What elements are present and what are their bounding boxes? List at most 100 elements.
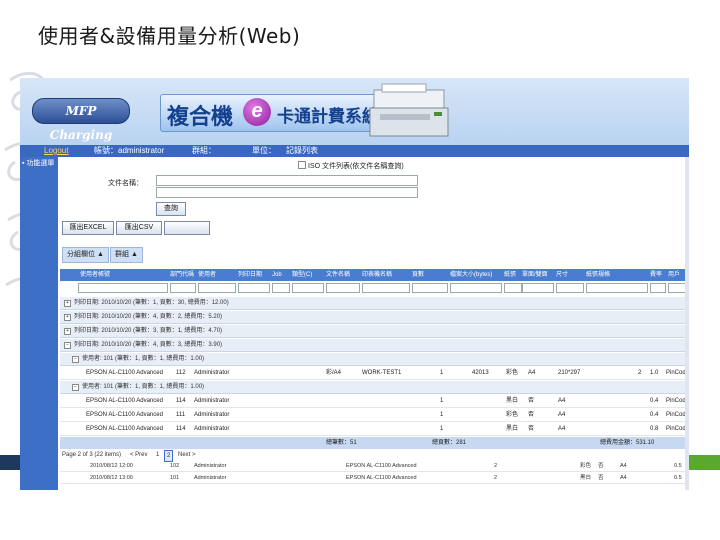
col-header[interactable]: 頁數 <box>412 269 424 281</box>
cell-mode: A4 <box>528 370 536 376</box>
col-header[interactable]: 單面/雙面 <box>522 269 548 281</box>
unit-info: 單位： <box>252 146 276 155</box>
col-header[interactable]: 費率 <box>650 269 662 281</box>
col-header[interactable]: 印表機名稱 <box>362 269 392 281</box>
filter-input[interactable] <box>668 283 686 293</box>
collapse-icon[interactable]: − <box>72 356 79 363</box>
summary-count: 總筆數：51 <box>326 440 357 446</box>
group-row[interactable]: − 列印日期: 2010/10/20 (筆數：4, 頁數：3, 總費用：3.90) <box>60 339 687 352</box>
cell-pages: 1 <box>440 426 444 432</box>
filter-input[interactable] <box>586 283 648 293</box>
expand-icon[interactable]: + <box>64 328 71 335</box>
group-row[interactable]: − 使用者: 101 (筆數：1, 頁數：1, 總費用：1.00) <box>60 353 687 366</box>
filter-input[interactable] <box>556 283 584 293</box>
filter-input[interactable] <box>78 283 168 293</box>
filter-input[interactable] <box>412 283 448 293</box>
col-header[interactable]: 紙張規格 <box>586 269 610 281</box>
query-button[interactable]: 查詢 <box>156 202 186 216</box>
group-row[interactable]: − 使用者: 101 (筆數：1, 頁數：1, 總費用：1.00) <box>60 381 687 394</box>
cell-pages: 1 <box>440 412 444 418</box>
cell-date: 2010/08/12 13:00 <box>90 475 133 481</box>
group-tag-1[interactable]: 分組欄位 ▲ <box>62 247 109 263</box>
brand-e-icon: e <box>243 98 271 126</box>
cell-printer: EPSON AL-C1100 Advanced <box>346 475 417 481</box>
filter-input[interactable] <box>272 283 290 293</box>
export-csv-button[interactable]: 匯出CSV <box>116 221 162 235</box>
brand-block: 複合機 e 卡通計費系統 <box>160 94 402 132</box>
cell-code: 101 <box>170 475 180 481</box>
cell-dim: 210*297 <box>558 370 581 376</box>
doc-name-label: 文件名稱： <box>108 180 143 187</box>
cell-code: 114 <box>176 398 186 404</box>
filter-input[interactable] <box>504 283 522 293</box>
cell-paper: 黑白 <box>580 475 592 481</box>
col-header[interactable]: 部門代碼 <box>170 269 194 281</box>
export-excel-button[interactable]: 匯出EXCEL <box>62 221 114 235</box>
table-row[interactable]: EPSON AL-C1100 Advanced 114 Administrato… <box>60 395 689 408</box>
cell-paper: 黑白 <box>506 398 519 404</box>
filter-input[interactable] <box>650 283 666 293</box>
col-header[interactable]: 文件名稱 <box>326 269 350 281</box>
col-header[interactable]: 檔案大小(bytes) <box>450 269 492 281</box>
filter-input[interactable] <box>326 283 360 293</box>
cell-fee: 0.4 <box>650 412 659 418</box>
cell-dim: A4 <box>558 426 566 432</box>
cell-paper: 彩色 <box>506 412 519 418</box>
expand-icon[interactable]: + <box>64 314 71 321</box>
filter-input[interactable] <box>238 283 270 293</box>
lower-row[interactable]: 2010/08/12 13:00 101 Administrator EPSON… <box>60 473 687 484</box>
filter-input[interactable] <box>292 283 324 293</box>
filter-input[interactable] <box>450 283 502 293</box>
cell-mode: 否 <box>598 463 604 469</box>
col-header[interactable]: 類型(C) <box>292 269 312 281</box>
logout-link[interactable]: Logout <box>44 145 68 157</box>
collapse-icon[interactable]: − <box>72 384 79 391</box>
col-header[interactable]: 使用者帳號 <box>80 269 110 281</box>
cell-printer: EPSON AL-C1100 Advanced <box>86 412 163 418</box>
filter-input[interactable] <box>170 283 196 293</box>
lower-row[interactable]: 2010/08/12 12:00 102 Administrator EPSON… <box>60 461 687 472</box>
group-row-text: 列印日期: 2010/10/20 (筆數：4, 頁數：3, 總費用：3.90) <box>74 342 223 348</box>
table-header: 使用者帳號 部門代碼 使用者 列印日期 Job 類型(C) 文件名稱 印表機名稱… <box>60 269 687 290</box>
collapse-icon[interactable]: − <box>64 342 71 349</box>
col-header[interactable]: 尺寸 <box>556 269 568 281</box>
col-header[interactable]: 使用者 <box>198 269 216 281</box>
table-row[interactable]: EPSON AL-C1100 Advanced 114 Administrato… <box>60 423 689 436</box>
info-bar: Logout 帳號：administrator 群組： 單位： 記錄列表 <box>20 145 689 157</box>
group-row-text: 列印日期: 2010/10/20 (筆數：3, 頁數：1, 總費用：4.70) <box>74 328 223 334</box>
pager-prev[interactable]: < Prev <box>130 450 148 460</box>
group-tag-2[interactable]: 群組 ▲ <box>110 247 143 263</box>
cell-sheets: 2 <box>638 370 642 376</box>
cell-fee: 0.5 <box>674 463 682 469</box>
accent-bar-right <box>688 455 720 470</box>
iso-label: ISO 文件列表(依文件名稱查詢) <box>308 163 404 170</box>
doc-name-input[interactable] <box>156 175 418 186</box>
col-header[interactable]: 列印日期 <box>238 269 262 281</box>
col-header[interactable]: 紙張 <box>504 269 516 281</box>
group-row[interactable]: + 列印日期: 2010/10/20 (筆數：4, 頁數：2, 總費用：5.20) <box>60 311 687 324</box>
filter-row <box>60 283 687 294</box>
group-row[interactable]: + 列印日期: 2010/10/20 (筆數：1, 頁數：30, 總費用：12.0… <box>60 297 687 310</box>
cell-paper: 彩色 <box>580 463 592 469</box>
table-row[interactable]: EPSON AL-C1100 Advanced 111 Administrato… <box>60 409 689 422</box>
expand-icon[interactable]: + <box>64 300 71 307</box>
iso-checkbox[interactable] <box>298 161 306 169</box>
cell-doc: WORK-TEST1 <box>362 370 402 376</box>
pager-page-1[interactable]: 1 <box>156 450 159 460</box>
cell-pages: 1 <box>440 370 444 376</box>
sidebar-nav-item[interactable]: ▪ 功能選單 <box>22 158 54 168</box>
filter-input[interactable] <box>198 283 236 293</box>
pager-next[interactable]: Next > <box>178 450 196 460</box>
table-row[interactable]: EPSON AL-C1100 Advanced 112 Administrato… <box>60 367 689 380</box>
filter-input[interactable] <box>522 283 554 293</box>
group-row-text: 使用者: 101 (筆數：1, 頁數：1, 總費用：1.00) <box>82 384 205 390</box>
filter-input[interactable] <box>362 283 410 293</box>
doc-name-input-2[interactable] <box>156 187 418 198</box>
export-pdf-button[interactable] <box>164 221 210 235</box>
cell-user: Administrator <box>194 412 230 418</box>
cell-fee: 1.0 <box>650 370 659 376</box>
group-row[interactable]: + 列印日期: 2010/10/20 (筆數：3, 頁數：1, 總費用：4.70) <box>60 325 687 338</box>
col-header[interactable]: Job <box>272 269 282 281</box>
pager-text: Page 2 of 3 (22 items) <box>62 452 122 458</box>
vertical-scrollbar[interactable] <box>685 157 689 490</box>
